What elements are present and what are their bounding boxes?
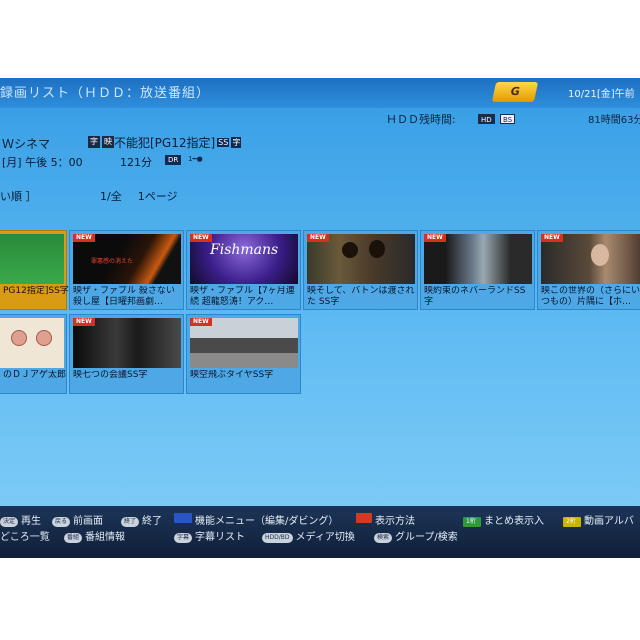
hint-label: 番組情報: [85, 532, 126, 543]
hint-exit: 終了 終了: [121, 512, 162, 527]
recording-tile[interactable]: PG12指定]SS字: [0, 230, 69, 310]
yellow-key-icon: 2桁: [563, 517, 581, 527]
new-badge: NEW: [190, 234, 212, 242]
hint-back: 戻る 前画面: [52, 512, 103, 527]
hint-label: 表示方法: [375, 516, 415, 527]
back-key-icon: 戻る: [52, 517, 71, 527]
bs-badge: BS: [500, 114, 516, 124]
hint-display-mode: 表示方法: [356, 512, 415, 527]
thumbnail: [0, 318, 64, 368]
selected-duration: 121分: [120, 156, 152, 169]
hint-label: メディア切換: [295, 532, 355, 543]
search-key-icon: 検索: [374, 533, 393, 543]
subtitle-tag: 字: [231, 137, 242, 148]
hint-function-menu: 機能メニュー（編集/ダビング）: [174, 512, 338, 527]
sort-order-label[interactable]: い順 ］: [0, 188, 37, 204]
hd-badge: HD: [478, 114, 495, 124]
guide-logo-icon: G: [491, 82, 539, 102]
selected-program-name: 不能犯[PG12指定]: [114, 136, 216, 150]
exit-key-icon: 終了: [121, 517, 140, 527]
red-key-icon: [356, 513, 372, 523]
header-bar: 録画リスト（ＨＤＤ：放送番組） G 10/21[金]午前: [0, 78, 640, 108]
hint-label: 再生: [21, 516, 42, 527]
tile-title: 映この世界の（さらにいくつもの）片隅に【ホ…: [541, 286, 640, 307]
page-count: 1/全: [100, 190, 122, 203]
new-badge: NEW: [541, 234, 563, 242]
button-hint-bar: 決定 再生 戻る 前画面 終了 終了 機能メニュー（編集/ダビング） 表示方法 1桁ま…: [0, 506, 640, 558]
hint-label: 機能メニュー（編集/ダビング）: [195, 516, 339, 527]
page-title: 録画リスト（ＨＤＤ：放送番組）: [0, 86, 211, 101]
page-total: 1ページ: [137, 190, 178, 203]
new-badge: NEW: [73, 234, 95, 242]
hdd-remaining-label: ＨＤＤ残時間:: [386, 113, 456, 126]
tile-title: 映約束のネバーランドSS字: [424, 286, 526, 307]
dr-extra-icon: 1━●: [188, 155, 203, 163]
new-badge: NEW: [424, 234, 446, 242]
tile-title: 映そして、バトンは渡された SS字: [307, 286, 415, 307]
hint-group-search: 検索 グループ/検索: [374, 528, 458, 543]
new-badge: NEW: [190, 318, 212, 326]
ss-tag: SS: [217, 138, 230, 147]
dr-mode-badge: DR: [165, 155, 182, 165]
caption-icon: 字: [88, 136, 100, 148]
recording-tile[interactable]: 罪悪感の消えた NEW 映ザ・ファブル 殺さない殺し屋【日曜邦画劇…: [69, 230, 184, 310]
tile-title: 映ザ・ファブル【7ヶ月連続 超龍怒涛！アク…: [190, 286, 295, 307]
green-key-icon: 1桁: [463, 517, 481, 527]
hint-label: 字幕リスト: [195, 532, 246, 543]
tile-title: 映空飛ぶタイヤSS字: [190, 370, 274, 380]
hint-group-view: 1桁 まとめ表示入: [463, 512, 544, 527]
new-badge: NEW: [307, 234, 329, 242]
hint-media-switch: HDD/BD メディア切換: [262, 528, 355, 543]
thumbnail: [0, 234, 64, 284]
hint-play: 決定 再生: [0, 512, 41, 527]
selected-program-title: 不能犯[PG12指定] SS 字: [114, 134, 242, 151]
tile-title: 映七つの会議SS字: [73, 370, 148, 380]
blue-key-icon: [174, 513, 192, 523]
page-indicator: 1/全 1ページ: [100, 188, 178, 204]
hint-label: どころ一覧: [0, 532, 50, 543]
media-key-icon: HDD/BD: [262, 533, 293, 543]
enter-key-icon: 決定: [0, 517, 19, 527]
hint-video-album: 2桁 動画アルバ: [563, 512, 634, 527]
tile-title: 映ザ・ファブル 殺さない殺し屋【日曜邦画劇…: [73, 286, 175, 307]
subtitle-key-icon: 字幕: [174, 533, 193, 543]
movie-icon: 映: [102, 136, 114, 148]
recording-tile[interactable]: のＤＪアゲ太郎: [0, 314, 67, 394]
recording-tile[interactable]: NEW 映空飛ぶタイヤSS字: [186, 314, 301, 394]
recording-tile[interactable]: NEW 映七つの会議SS字: [69, 314, 184, 394]
hint-label: 終了: [142, 516, 163, 527]
hint-label: 前画面: [73, 516, 104, 527]
hint-label: 動画アルバ: [584, 516, 634, 527]
recording-tile[interactable]: NEW 映約束のネバーランドSS字: [420, 230, 535, 310]
hint-subtitle-list: 字幕 字幕リスト: [174, 528, 245, 543]
selected-channel: Ｗシネマ: [2, 137, 51, 151]
tv-screen: 録画リスト（ＨＤＤ：放送番組） G 10/21[金]午前 ＨＤＤ残時間: HD …: [0, 78, 640, 558]
hdd-remaining-time: 81時間63分: [588, 115, 640, 126]
recording-tile[interactable]: NEW 映この世界の（さらにいくつもの）片隅に【ホ…: [537, 230, 640, 310]
info-key-icon: 番組: [64, 533, 83, 543]
hint-highlights: どころ一覧: [0, 528, 50, 543]
hint-label: まとめ表示入: [484, 516, 544, 527]
current-date: 10/21[金]午前: [568, 89, 635, 100]
recording-tile[interactable]: Fishmans NEW 映ザ・ファブル【7ヶ月連続 超龍怒涛！アク…: [186, 230, 301, 310]
hint-program-info: 番組 番組情報: [64, 528, 125, 543]
selected-datetime: [月] 午後 5：00: [2, 156, 83, 169]
hint-label: グループ/検索: [395, 532, 458, 543]
recording-tile[interactable]: NEW 映そして、バトンは渡された SS字: [303, 230, 418, 310]
new-badge: NEW: [73, 318, 95, 326]
